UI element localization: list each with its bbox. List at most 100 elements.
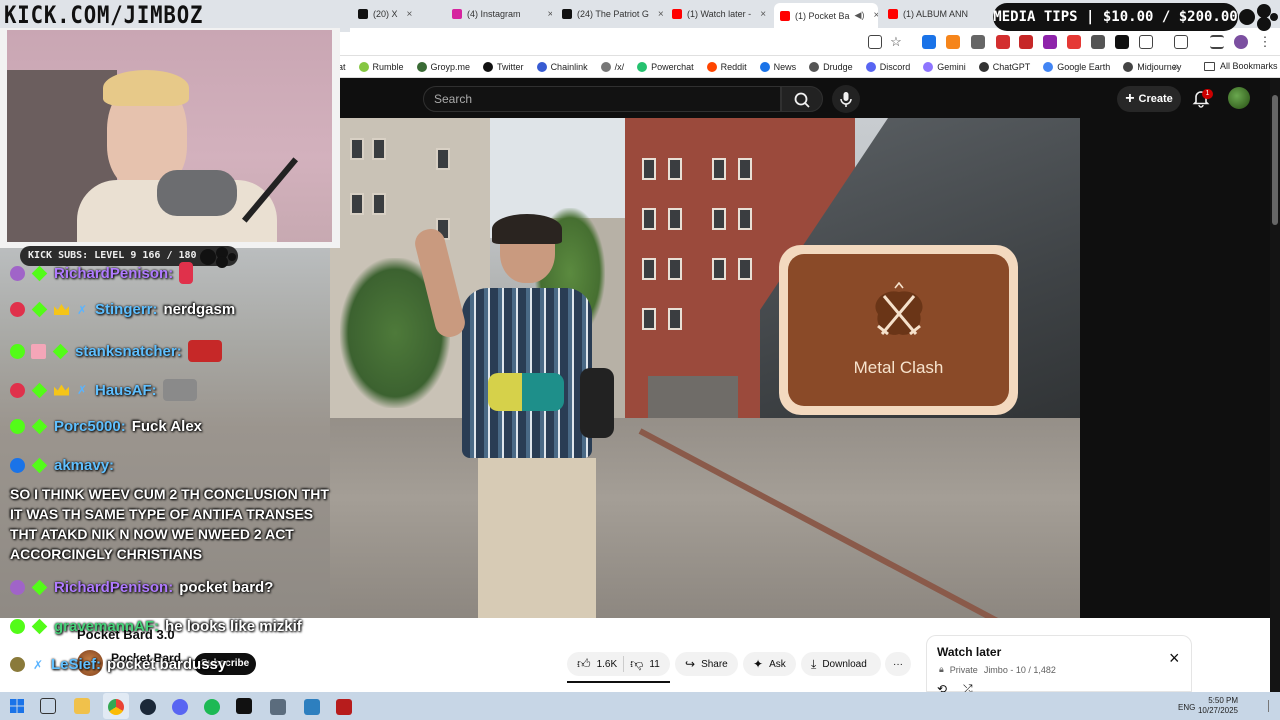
bookmark-label: Groyp.me bbox=[430, 62, 471, 72]
account-avatar[interactable] bbox=[1228, 87, 1250, 109]
app-icon[interactable] bbox=[304, 699, 320, 715]
shield-icon[interactable] bbox=[971, 35, 985, 49]
extension-icon[interactable] bbox=[1043, 35, 1057, 49]
chat-username[interactable]: Porc5000: bbox=[54, 418, 126, 435]
subscriber-badge-icon bbox=[31, 457, 48, 474]
app-icon[interactable] bbox=[270, 699, 286, 715]
ask-button[interactable]: ✦ Ask bbox=[743, 652, 796, 676]
tab-instagram[interactable]: (4) Instagram × bbox=[446, 4, 552, 24]
more-actions-button[interactable]: ··· bbox=[885, 652, 911, 676]
steam-icon[interactable] bbox=[140, 699, 156, 715]
crown-badge-icon bbox=[54, 384, 69, 396]
chat-username[interactable]: akmavy: bbox=[54, 457, 114, 474]
windows-start-icon[interactable] bbox=[10, 699, 24, 713]
search-input[interactable]: Search bbox=[423, 86, 781, 112]
download-icon: ⤓ bbox=[811, 656, 817, 671]
thumbs-up-icon[interactable]: 👍︎ bbox=[577, 656, 591, 672]
bookmark-item[interactable]: Discord bbox=[865, 62, 910, 72]
profile-icon[interactable] bbox=[1234, 35, 1248, 49]
chat-username[interactable]: RichardPenison: bbox=[54, 265, 173, 282]
bookmark-item[interactable]: Reddit bbox=[706, 62, 747, 72]
bookmark-item[interactable]: ChatGPT bbox=[978, 62, 1030, 72]
share-button[interactable]: ↪ Share bbox=[675, 652, 738, 676]
bookmark-label: Google Earth bbox=[1057, 62, 1111, 72]
bookmark-item[interactable]: Powerchat bbox=[637, 62, 694, 72]
bookmark-favicon-icon bbox=[865, 62, 876, 72]
subs-goal-dots-icon bbox=[200, 247, 236, 268]
tab-close-icon[interactable]: × bbox=[658, 9, 664, 20]
tab-x[interactable]: (20) X × bbox=[352, 4, 440, 24]
show-desktop-button[interactable] bbox=[1268, 700, 1278, 712]
chat-username[interactable]: RichardPenison: bbox=[54, 579, 173, 596]
chat-text: nerdgasm bbox=[163, 301, 236, 318]
chat-username[interactable]: Stingerr: bbox=[95, 301, 158, 318]
tab-pocket-bard[interactable]: (1) Pocket Ba ◀) × bbox=[774, 3, 878, 28]
bookmark-favicon-icon bbox=[483, 62, 494, 72]
chat-username[interactable]: HausAF: bbox=[95, 382, 157, 399]
task-view-icon[interactable] bbox=[40, 698, 56, 714]
tab-close-icon[interactable]: × bbox=[407, 9, 413, 20]
gift-badge-icon bbox=[31, 343, 46, 359]
bookmark-item[interactable]: Google Earth bbox=[1043, 62, 1110, 72]
chat-message: stanksnatcher: bbox=[10, 340, 222, 362]
bookmark-item[interactable]: Groyp.me bbox=[416, 62, 471, 72]
watch-later-title[interactable]: Watch later bbox=[937, 645, 1001, 659]
install-app-icon[interactable] bbox=[868, 35, 882, 49]
x-icon[interactable] bbox=[1115, 35, 1129, 49]
search-icon bbox=[794, 92, 810, 108]
spotify-icon[interactable] bbox=[204, 699, 220, 715]
share-label: Share bbox=[701, 658, 728, 670]
chat-username[interactable]: stanksnatcher: bbox=[75, 343, 182, 360]
tab-album[interactable]: (1) ALBUM ANN bbox=[882, 4, 990, 24]
tab-patriot[interactable]: (24) The Patriot G × bbox=[556, 4, 664, 24]
close-playlist-icon[interactable]: × bbox=[1169, 648, 1180, 669]
app-icon[interactable] bbox=[336, 699, 352, 715]
page-scrollbar-thumb[interactable] bbox=[1272, 95, 1278, 225]
speaker-icon[interactable]: ◀) bbox=[855, 10, 865, 21]
like-count[interactable]: 1.6K bbox=[597, 659, 618, 670]
video-window bbox=[668, 158, 682, 180]
video-window bbox=[642, 258, 656, 280]
download-button[interactable]: ⤓ Download bbox=[801, 652, 881, 676]
file-explorer-icon[interactable] bbox=[74, 698, 90, 714]
dislike-count[interactable]: 11 bbox=[649, 659, 659, 670]
thumbs-down-icon[interactable]: 👎︎ bbox=[630, 656, 643, 672]
bookmarks-overflow-icon[interactable]: » bbox=[1173, 61, 1179, 73]
chat-username[interactable]: gravemannAF: bbox=[54, 618, 159, 635]
extension-icon[interactable] bbox=[996, 35, 1010, 49]
tab-close-icon[interactable]: × bbox=[873, 10, 878, 21]
user-badge-icon bbox=[10, 580, 25, 595]
extension-icon[interactable] bbox=[1067, 35, 1081, 49]
cast-icon[interactable] bbox=[1174, 35, 1188, 49]
bookmark-item[interactable]: Gemini bbox=[923, 62, 966, 72]
bookmark-star-icon[interactable]: ☆ bbox=[889, 35, 903, 49]
create-button[interactable]: + Create bbox=[1117, 86, 1181, 112]
bookmark-item[interactable]: Twitter bbox=[483, 62, 524, 72]
extensions-puzzle-icon[interactable] bbox=[1139, 35, 1153, 49]
tab-watch-later[interactable]: (1) Watch later - × bbox=[666, 4, 770, 24]
all-bookmarks[interactable]: All Bookmarks bbox=[1204, 61, 1278, 71]
menu-kebab-icon[interactable]: ⋮ bbox=[1258, 35, 1272, 49]
search-button[interactable] bbox=[781, 86, 823, 112]
voice-search-button[interactable] bbox=[832, 85, 860, 113]
tab-close-icon[interactable]: × bbox=[760, 9, 766, 20]
reading-list-icon[interactable] bbox=[1210, 35, 1224, 49]
discord-icon[interactable] bbox=[172, 699, 188, 715]
bookmark-item[interactable]: Rumble bbox=[358, 62, 404, 72]
chrome-icon[interactable] bbox=[108, 699, 124, 715]
bookmark-item[interactable]: News bbox=[759, 62, 796, 72]
bookmark-item[interactable]: /x/ bbox=[600, 62, 624, 72]
bookmark-item[interactable]: Drudge bbox=[809, 62, 853, 72]
extension-icon[interactable] bbox=[922, 35, 936, 49]
language-indicator[interactable]: ENG bbox=[1178, 703, 1195, 713]
terminal-app-icon[interactable] bbox=[236, 698, 252, 714]
tab-close-icon[interactable]: × bbox=[548, 9, 552, 20]
bookmark-item[interactable]: Chainlink bbox=[536, 62, 588, 72]
chat-username[interactable]: LeSief: bbox=[51, 656, 101, 673]
metal-clash-label: Metal Clash bbox=[853, 358, 944, 377]
metamask-icon[interactable] bbox=[946, 35, 960, 49]
extension-icon[interactable] bbox=[1091, 35, 1105, 49]
clock-time[interactable]: 5:50 PM bbox=[1204, 696, 1238, 706]
extension-icon[interactable] bbox=[1019, 35, 1033, 49]
clock-date[interactable]: 10/27/2025 bbox=[1196, 706, 1238, 716]
